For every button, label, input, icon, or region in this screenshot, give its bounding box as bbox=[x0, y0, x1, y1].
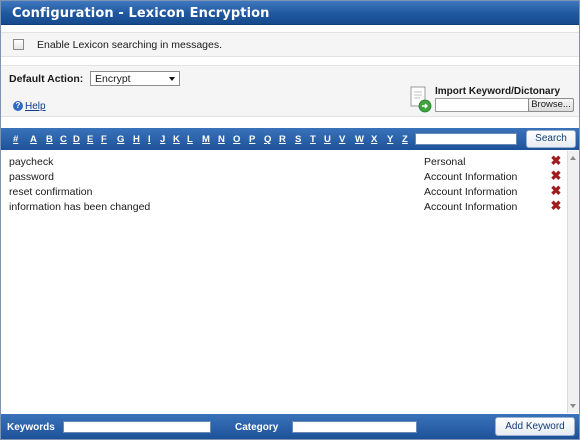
keyword-text: paycheck bbox=[9, 156, 54, 168]
letter-u-link[interactable]: U bbox=[324, 134, 331, 145]
letter-z-link[interactable]: Z bbox=[402, 134, 408, 145]
import-keyword-label: Import Keyword/Dictonary bbox=[435, 86, 561, 97]
letter-p-link[interactable]: P bbox=[249, 134, 255, 145]
letter-h-link[interactable]: H bbox=[133, 134, 140, 145]
keyword-row[interactable]: reset confirmation Account Information ✖ bbox=[1, 184, 567, 200]
delete-x-icon[interactable]: ✖ bbox=[550, 154, 562, 167]
letter-v-link[interactable]: V bbox=[339, 134, 345, 145]
category-input[interactable] bbox=[292, 421, 417, 433]
letter-r-link[interactable]: R bbox=[279, 134, 286, 145]
enable-lexicon-row: Enable Lexicon searching in messages. bbox=[1, 32, 579, 57]
help-icon[interactable]: ? bbox=[13, 101, 23, 111]
letter-f-link[interactable]: F bbox=[101, 134, 107, 145]
window-title: Configuration - Lexicon Encryption bbox=[12, 6, 270, 21]
letter-t-link[interactable]: T bbox=[310, 134, 316, 145]
default-action-select[interactable]: Encrypt bbox=[90, 71, 180, 86]
keyword-row[interactable]: paycheck Personal ✖ bbox=[1, 154, 567, 170]
keyword-category: Account Information bbox=[424, 201, 518, 213]
import-document-icon bbox=[410, 86, 432, 113]
letter-a-link[interactable]: A bbox=[30, 134, 37, 145]
keyword-category: Personal bbox=[424, 156, 466, 168]
settings-panel: Default Action: Encrypt ? Help Import Ke… bbox=[1, 65, 579, 117]
letter-d-link[interactable]: D bbox=[73, 134, 80, 145]
keywords-input[interactable] bbox=[63, 421, 211, 433]
title-bar: Configuration - Lexicon Encryption bbox=[1, 1, 579, 25]
keyword-text: reset confirmation bbox=[9, 186, 93, 198]
keyword-text: password bbox=[9, 171, 54, 183]
lexicon-encryption-window: Configuration - Lexicon Encryption Enabl… bbox=[0, 0, 580, 440]
letter-b-link[interactable]: B bbox=[46, 134, 53, 145]
keyword-text: information has been changed bbox=[9, 201, 151, 213]
search-button[interactable]: Search bbox=[526, 130, 576, 148]
chevron-down-icon bbox=[169, 77, 175, 81]
keyword-category: Account Information bbox=[424, 186, 518, 198]
letter-g-link[interactable]: G bbox=[117, 134, 124, 145]
letter-k-link[interactable]: K bbox=[173, 134, 180, 145]
letter-i-link[interactable]: I bbox=[148, 134, 151, 145]
letter-m-link[interactable]: M bbox=[202, 134, 210, 145]
browse-button[interactable]: Browse... bbox=[528, 98, 574, 112]
help-link[interactable]: Help bbox=[25, 101, 46, 112]
letter-e-link[interactable]: E bbox=[87, 134, 93, 145]
add-keyword-button[interactable]: Add Keyword bbox=[495, 417, 575, 436]
letter-q-link[interactable]: Q bbox=[264, 134, 271, 145]
alphabet-filter-bar: # A B C D E F G H I J K L M N O P Q R S T U V W X Y Z Search bbox=[1, 128, 579, 150]
delete-x-icon[interactable]: ✖ bbox=[550, 199, 562, 212]
keyword-list-scrollbar[interactable] bbox=[567, 151, 579, 413]
keyword-row[interactable]: information has been changed Account Info… bbox=[1, 199, 567, 215]
letter-x-link[interactable]: X bbox=[371, 134, 377, 145]
delete-x-icon[interactable]: ✖ bbox=[550, 184, 562, 197]
enable-lexicon-checkbox[interactable] bbox=[13, 39, 24, 50]
keywords-label: Keywords bbox=[7, 422, 55, 433]
default-action-label: Default Action: bbox=[9, 73, 84, 85]
default-action-value: Encrypt bbox=[95, 73, 131, 85]
letter-w-link[interactable]: W bbox=[355, 134, 364, 145]
letter-n-link[interactable]: N bbox=[218, 134, 225, 145]
keyword-row[interactable]: password Account Information ✖ bbox=[1, 169, 567, 185]
scroll-up-icon[interactable] bbox=[570, 156, 576, 160]
keyword-list: paycheck Personal ✖ password Account Informa… bbox=[1, 151, 579, 413]
keyword-category: Account Information bbox=[424, 171, 518, 183]
import-file-field[interactable] bbox=[435, 98, 529, 112]
search-input[interactable] bbox=[415, 133, 517, 145]
enable-lexicon-label: Enable Lexicon searching in messages. bbox=[37, 39, 223, 51]
letter-c-link[interactable]: C bbox=[60, 134, 67, 145]
add-keyword-bar: Keywords Category Add Keyword bbox=[1, 414, 579, 439]
scroll-down-icon[interactable] bbox=[570, 404, 576, 408]
delete-x-icon[interactable]: ✖ bbox=[550, 169, 562, 182]
letter-hash-link[interactable]: # bbox=[13, 134, 18, 145]
letter-s-link[interactable]: S bbox=[295, 134, 301, 145]
category-label: Category bbox=[235, 422, 279, 433]
letter-o-link[interactable]: O bbox=[233, 134, 240, 145]
letter-y-link[interactable]: Y bbox=[387, 134, 393, 145]
letter-j-link[interactable]: J bbox=[160, 134, 165, 145]
letter-l-link[interactable]: L bbox=[187, 134, 193, 145]
